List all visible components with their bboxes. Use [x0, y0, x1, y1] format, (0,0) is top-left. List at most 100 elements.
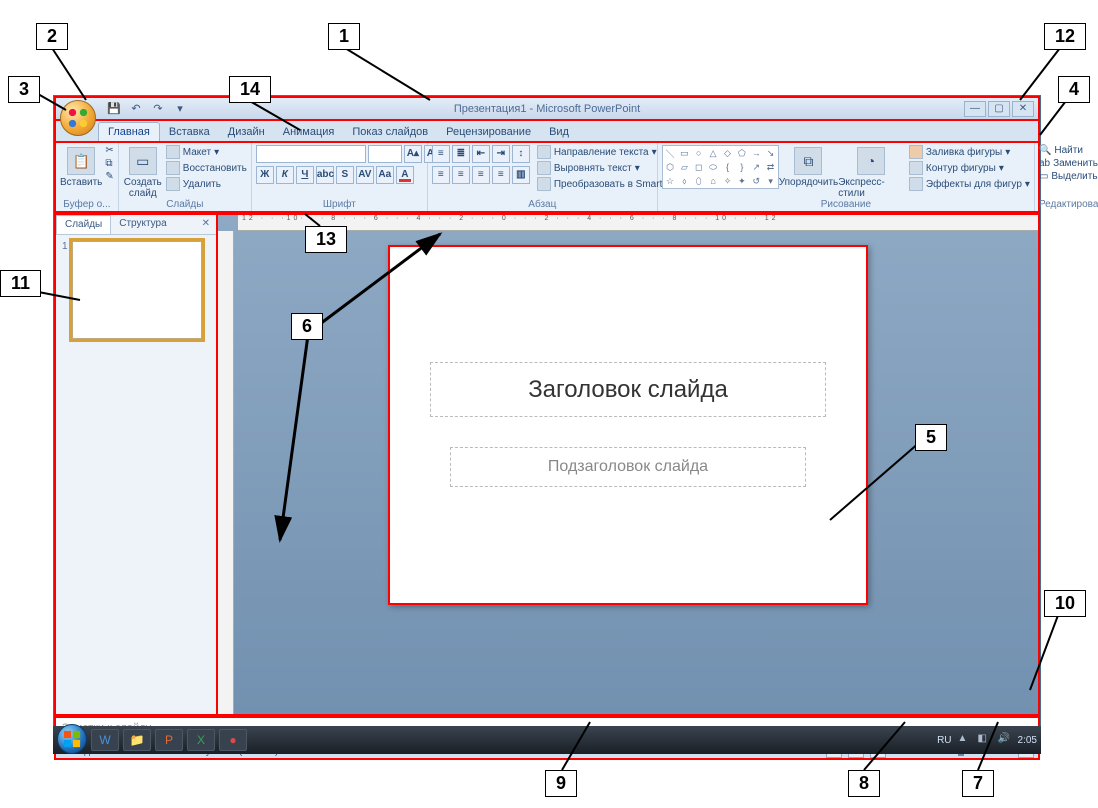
subtitle-placeholder[interactable]: Подзаголовок слайда — [450, 447, 806, 487]
strike-button[interactable]: abc — [316, 166, 334, 184]
tray-clock[interactable]: 2:05 — [1018, 735, 1037, 746]
shapes-gallery[interactable]: ＼▭○△◇⬠→↘ ⬡▱◻⬭{}↗⇄ ☆⬨⬯⌂✧✦↺▾ — [662, 145, 779, 189]
italic-button[interactable]: К — [276, 166, 294, 184]
select-button[interactable]: ▭ Выделить ▾ — [1039, 171, 1098, 182]
ribbon: 📋 Вставить ✂ ⧉ ✎ Буфер о... ▭ Создать сл… — [54, 143, 1040, 213]
columns-button[interactable]: ▥ — [512, 166, 530, 184]
new-slide-icon: ▭ — [129, 147, 157, 175]
copy-button[interactable]: ⧉ — [105, 158, 113, 169]
callout-10: 10 — [1044, 590, 1086, 617]
tray-sound-icon[interactable]: 🔊 — [998, 733, 1012, 747]
justify-button[interactable]: ≡ — [492, 166, 510, 184]
taskbar-item[interactable]: 📁 — [123, 729, 151, 751]
arrange-label: Упорядочить — [779, 177, 839, 188]
title-placeholder[interactable]: Заголовок слайда — [430, 362, 826, 417]
callout-8: 8 — [848, 770, 880, 797]
window-controls: — ▢ ✕ — [964, 101, 1034, 117]
delete-slide-button[interactable]: Удалить — [166, 177, 247, 191]
taskbar-item[interactable]: ● — [219, 729, 247, 751]
group-label-editing: Редактировани... — [1039, 199, 1098, 211]
callout-11: 11 — [0, 270, 41, 297]
arrange-button[interactable]: ⧉ Упорядочить — [782, 145, 835, 188]
bold-button[interactable]: Ж — [256, 166, 274, 184]
outline-tab[interactable]: Структура — [111, 215, 174, 234]
qat-more-icon[interactable]: ▾ — [172, 101, 188, 117]
start-button[interactable] — [57, 724, 87, 754]
align-left-button[interactable]: ≡ — [432, 166, 450, 184]
slide-thumbnail[interactable]: 1 — [62, 241, 210, 339]
tray-lang[interactable]: RU — [937, 735, 951, 746]
replace-button[interactable]: ab Заменить ▾ — [1039, 158, 1098, 169]
ribbon-tabs: Главная Вставка Дизайн Анимация Показ сл… — [54, 121, 1040, 143]
tab-view[interactable]: Вид — [540, 123, 578, 141]
system-tray: RU ▲ ◧ 🔊 2:05 — [937, 733, 1037, 747]
new-slide-label: Создать слайд — [124, 177, 162, 199]
thumbnail-number: 1 — [62, 241, 68, 339]
tab-review[interactable]: Рецензирование — [437, 123, 540, 141]
find-button[interactable]: 🔍 Найти — [1039, 145, 1098, 156]
redo-icon[interactable]: ↷ — [150, 101, 166, 117]
group-font: A▴ A▾ Ж К Ч abc S AV Aa A Шрифт — [252, 143, 428, 211]
font-family-combo[interactable] — [256, 145, 366, 163]
reset-button[interactable]: Восстановить — [166, 161, 247, 175]
tab-design[interactable]: Дизайн — [219, 123, 274, 141]
char-spacing-button[interactable]: AV — [356, 166, 374, 184]
bullets-button[interactable]: ≡ — [432, 145, 450, 163]
horizontal-ruler: 12 · · ·10· · · 8 · · · 6 · · · 4 · · · … — [238, 215, 1038, 231]
shape-effects-button[interactable]: Эффекты для фигур ▾ — [909, 177, 1030, 191]
maximize-button[interactable]: ▢ — [988, 101, 1010, 117]
taskbar-item[interactable]: P — [155, 729, 183, 751]
tab-insert[interactable]: Вставка — [160, 123, 219, 141]
group-paragraph: ≡ ≣ ⇤ ⇥ ↕ ≡ ≡ ≡ ≡ ▥ Направление — [428, 143, 658, 211]
callout-1: 1 — [328, 23, 360, 50]
group-label-font: Шрифт — [256, 199, 423, 211]
arrange-icon: ⧉ — [794, 147, 822, 175]
grow-font-button[interactable]: A▴ — [404, 145, 422, 163]
office-button[interactable] — [60, 100, 96, 136]
close-button[interactable]: ✕ — [1012, 101, 1034, 117]
panel-close-icon[interactable]: ✕ — [196, 215, 216, 234]
shape-fill-button[interactable]: Заливка фигуры ▾ — [909, 145, 1030, 159]
numbering-button[interactable]: ≣ — [452, 145, 470, 163]
tab-slideshow[interactable]: Показ слайдов — [343, 123, 437, 141]
tab-home[interactable]: Главная — [98, 122, 160, 141]
align-right-button[interactable]: ≡ — [472, 166, 490, 184]
font-color-button[interactable]: A — [396, 166, 414, 184]
minimize-button[interactable]: — — [964, 101, 986, 117]
thumbnail-list: 1 — [56, 235, 216, 714]
quick-styles-button[interactable]: ◔ Экспресс-стили — [838, 145, 904, 199]
save-icon[interactable]: 💾 — [106, 101, 122, 117]
callout-4: 4 — [1058, 76, 1090, 103]
shadow-button[interactable]: S — [336, 166, 354, 184]
tray-network-icon[interactable]: ◧ — [978, 733, 992, 747]
paste-icon: 📋 — [67, 147, 95, 175]
format-painter-button[interactable]: ✎ — [105, 171, 113, 182]
decrease-indent-button[interactable]: ⇤ — [472, 145, 490, 163]
tray-flag-icon[interactable]: ▲ — [958, 733, 972, 747]
shape-outline-button[interactable]: Контур фигуры ▾ — [909, 161, 1030, 175]
slides-tab[interactable]: Слайды — [56, 215, 111, 234]
cut-button[interactable]: ✂ — [105, 145, 113, 156]
callout-3: 3 — [8, 76, 40, 103]
increase-indent-button[interactable]: ⇥ — [492, 145, 510, 163]
thumbnail-image — [72, 241, 202, 339]
slides-panel: Слайды Структура ✕ 1 — [54, 213, 218, 716]
change-case-button[interactable]: Aa — [376, 166, 394, 184]
taskbar-item[interactable]: W — [91, 729, 119, 751]
group-label-paragraph: Абзац — [432, 199, 653, 211]
undo-icon[interactable]: ↶ — [128, 101, 144, 117]
title-bar: 💾 ↶ ↷ ▾ Презентация1 - Microsoft PowerPo… — [54, 96, 1040, 121]
slide-editor: 12 · · ·10· · · 8 · · · 6 · · · 4 · · · … — [218, 213, 1040, 716]
align-center-button[interactable]: ≡ — [452, 166, 470, 184]
layout-button[interactable]: Макет ▾ — [166, 145, 247, 159]
slide-canvas[interactable]: Заголовок слайда Подзаголовок слайда — [388, 245, 868, 605]
font-size-combo[interactable] — [368, 145, 402, 163]
new-slide-button[interactable]: ▭ Создать слайд — [123, 145, 163, 199]
taskbar-item[interactable]: X — [187, 729, 215, 751]
line-spacing-button[interactable]: ↕ — [512, 145, 530, 163]
side-tabs: Слайды Структура ✕ — [56, 215, 216, 235]
group-clipboard: 📋 Вставить ✂ ⧉ ✎ Буфер о... — [56, 143, 119, 211]
paste-button[interactable]: 📋 Вставить — [60, 145, 102, 188]
tab-animation[interactable]: Анимация — [274, 123, 344, 141]
underline-button[interactable]: Ч — [296, 166, 314, 184]
